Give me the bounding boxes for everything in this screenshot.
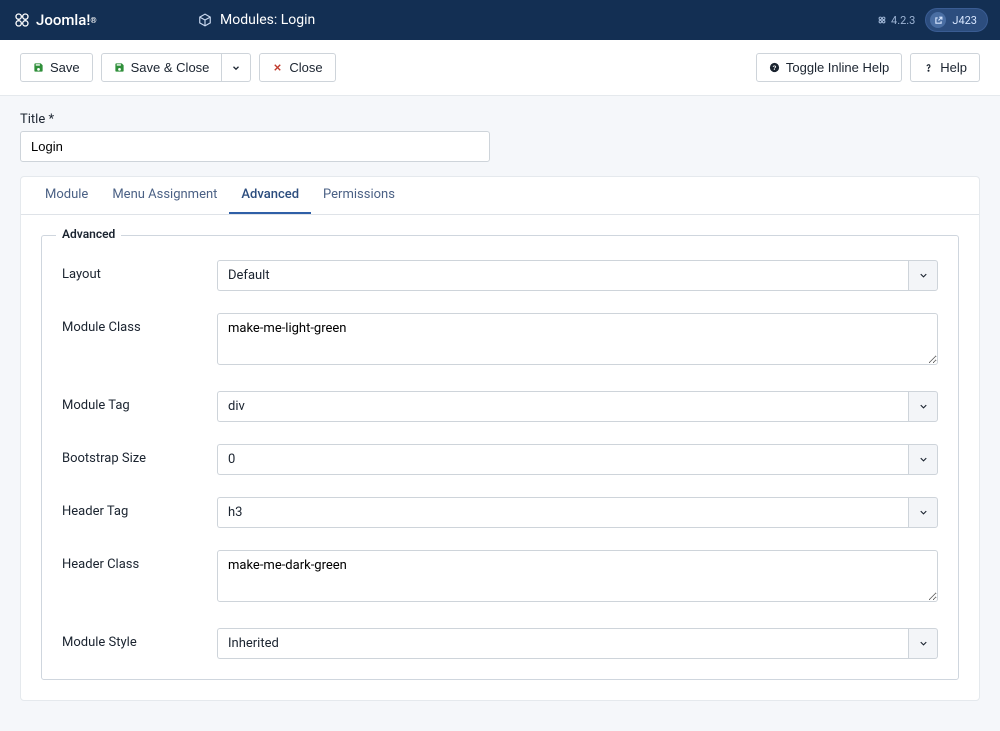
bootstrap-size-label: Bootstrap Size (62, 444, 217, 475)
advanced-fieldset: Advanced Layout Default Module Class (41, 235, 959, 680)
title-block: Title * (20, 112, 980, 162)
header-class-input[interactable] (217, 550, 938, 602)
field-row-bootstrap-size: Bootstrap Size 0 (62, 444, 938, 475)
content-area: Title * Module Menu Assignment Advanced … (0, 96, 1000, 731)
brand[interactable]: Joomla! ® (0, 0, 182, 40)
tabs: Module Menu Assignment Advanced Permissi… (21, 177, 979, 215)
save-button[interactable]: Save (20, 53, 93, 82)
field-row-module-style: Module Style Inherited (62, 628, 938, 659)
joomla-mini-icon (877, 15, 887, 25)
help-button[interactable]: Help (910, 53, 980, 82)
fieldset-legend: Advanced (56, 227, 121, 241)
module-class-label: Module Class (62, 313, 217, 369)
save-close-dropdown[interactable] (222, 53, 251, 82)
header-tag-select[interactable]: h3 (217, 497, 938, 528)
layout-select[interactable]: Default (217, 260, 938, 291)
title-input[interactable] (20, 131, 490, 162)
chevron-down-icon (908, 391, 938, 422)
close-icon (272, 62, 283, 73)
chevron-down-icon (908, 260, 938, 291)
tab-advanced[interactable]: Advanced (229, 177, 311, 214)
layout-label: Layout (62, 260, 217, 291)
external-link-icon (930, 12, 946, 28)
toolbar: Save Save & Close Close ? Toggle Inline … (0, 40, 1000, 96)
page-title-wrap: Modules: Login (182, 12, 877, 28)
save-close-group: Save & Close (101, 53, 252, 82)
field-row-header-tag: Header Tag h3 (62, 497, 938, 528)
tab-permissions[interactable]: Permissions (311, 177, 407, 214)
chevron-down-icon (908, 444, 938, 475)
svg-text:?: ? (772, 65, 776, 72)
field-row-layout: Layout Default (62, 260, 938, 291)
question-icon (923, 62, 934, 73)
tab-menu-assignment[interactable]: Menu Assignment (100, 177, 229, 214)
field-row-header-class: Header Class (62, 550, 938, 606)
joomla-logo-icon (14, 12, 30, 28)
module-tag-select[interactable]: div (217, 391, 938, 422)
field-row-module-class: Module Class (62, 313, 938, 369)
module-tag-label: Module Tag (62, 391, 217, 422)
module-style-select[interactable]: Inherited (217, 628, 938, 659)
save-icon (33, 62, 44, 73)
chevron-down-icon (231, 63, 241, 73)
fieldset-wrap: Advanced Layout Default Module Class (21, 215, 979, 700)
question-circle-icon: ? (769, 62, 780, 73)
cube-icon (198, 13, 212, 27)
header-tag-label: Header Tag (62, 497, 217, 528)
module-class-input[interactable] (217, 313, 938, 365)
chevron-down-icon (908, 497, 938, 528)
toggle-inline-help-button[interactable]: ? Toggle Inline Help (756, 53, 902, 82)
field-row-module-tag: Module Tag div (62, 391, 938, 422)
version-indicator[interactable]: 4.2.3 (877, 14, 915, 27)
module-style-label: Module Style (62, 628, 217, 659)
chevron-down-icon (908, 628, 938, 659)
header-right: 4.2.3 J423 (877, 8, 1000, 32)
toolbar-right: ? Toggle Inline Help Help (756, 53, 980, 82)
bootstrap-size-select[interactable]: 0 (217, 444, 938, 475)
save-icon (114, 62, 125, 73)
panel: Module Menu Assignment Advanced Permissi… (20, 176, 980, 701)
close-button[interactable]: Close (259, 53, 335, 82)
title-label: Title * (20, 112, 980, 127)
header-class-label: Header Class (62, 550, 217, 606)
page-title: Modules: Login (220, 12, 315, 28)
save-close-button[interactable]: Save & Close (101, 53, 223, 82)
brand-text: Joomla! (36, 11, 90, 29)
tab-module[interactable]: Module (33, 177, 100, 214)
user-badge[interactable]: J423 (925, 8, 988, 32)
app-header: Joomla! ® Modules: Login 4.2.3 J423 (0, 0, 1000, 40)
